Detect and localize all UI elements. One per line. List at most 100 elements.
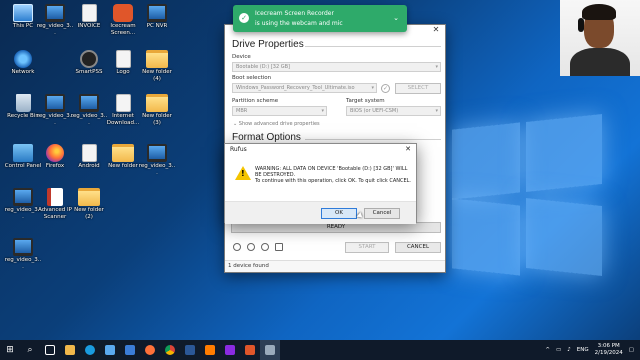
- desktop-icon-label: Internet Download...: [106, 113, 140, 126]
- desktop-icon[interactable]: Network: [4, 50, 42, 76]
- pc-icon: [13, 4, 33, 22]
- monitor-icon: [147, 144, 167, 162]
- target-system-value: BIOS (or UEFI-CSM): [350, 108, 399, 114]
- log-icon[interactable]: [275, 243, 283, 251]
- desktop-icon[interactable]: New folder: [104, 144, 142, 170]
- ok-button[interactable]: OK: [321, 208, 357, 219]
- chevron-down-icon[interactable]: ⌄: [393, 14, 399, 22]
- start-button[interactable]: START: [345, 242, 389, 253]
- desktop-icon-label: New folder: [108, 163, 138, 169]
- recorder-notification[interactable]: ✓ Icecream Screen Recorder is using the …: [233, 5, 407, 32]
- advanced-drive-toggle[interactable]: ⌄ Show advanced drive properties: [233, 121, 320, 127]
- file-explorer-icon[interactable]: [60, 340, 80, 360]
- desktop-icon[interactable]: Logo: [104, 50, 142, 76]
- folder-icon: [112, 144, 134, 162]
- monitor-icon: [13, 238, 33, 256]
- clock[interactable]: 3:06 PM 2/19/2024: [595, 343, 623, 357]
- desktop-icon-label: New folder (3): [142, 113, 172, 126]
- desktop-icon[interactable]: Internet Download...: [104, 94, 142, 126]
- tray-chevron-icon[interactable]: ^: [545, 347, 550, 353]
- firefox-icon[interactable]: [140, 340, 160, 360]
- desktop-icon[interactable]: Firefox: [36, 144, 74, 170]
- smart-icon: [80, 50, 98, 68]
- windows-start-icon[interactable]: ⊞: [0, 340, 20, 360]
- cancel-button[interactable]: CANCEL: [395, 242, 441, 253]
- desktop-icon-label: reg_video_3...: [36, 23, 74, 36]
- notification-icon[interactable]: ▢: [629, 347, 634, 353]
- illustrator-icon[interactable]: [200, 340, 220, 360]
- panel-icon: [13, 144, 33, 162]
- close-icon[interactable]: ✕: [431, 25, 441, 35]
- notification-title: Icecream Screen Recorder: [255, 10, 334, 17]
- desktop-icon-label: reg_video_3...: [4, 257, 42, 270]
- desktop-icon-label: SmartPSS: [75, 69, 103, 75]
- desktop-icon-label: reg_video_3...: [36, 113, 74, 126]
- partition-scheme-select[interactable]: MBR ▾: [232, 106, 327, 116]
- edge-icon[interactable]: [80, 340, 100, 360]
- dialog-cancel-button[interactable]: Cancel: [364, 208, 400, 219]
- firefox-icon: [46, 144, 64, 162]
- boot-selection-select[interactable]: Windows_Password_Recovery_Tool_Ultimate.…: [232, 83, 377, 93]
- desktop-icon[interactable]: reg_video_3...: [70, 94, 108, 126]
- ok-button-label: OK: [335, 210, 343, 216]
- word-icon[interactable]: [180, 340, 200, 360]
- volume-icon[interactable]: ♪: [567, 347, 571, 353]
- chrome-icon[interactable]: [160, 340, 180, 360]
- rufus-taskbar-icon[interactable]: [260, 340, 280, 360]
- desktop-icon[interactable]: Advanced IP Scanner: [36, 188, 74, 220]
- settings-icon[interactable]: [261, 243, 269, 251]
- app-icon[interactable]: [220, 340, 240, 360]
- format-options-heading: Format Options: [232, 132, 301, 143]
- close-icon[interactable]: ✕: [405, 145, 411, 153]
- info-icon[interactable]: [247, 243, 255, 251]
- notification-subtitle: is using the webcam and mic: [255, 20, 343, 27]
- desktop-icon[interactable]: Android: [70, 144, 108, 170]
- desktop-icon-label: New folder (4): [142, 69, 172, 82]
- boot-selection-value: Windows_Password_Recovery_Tool_Ultimate.…: [236, 85, 355, 91]
- monitor-icon: [45, 94, 65, 112]
- desktop-icon[interactable]: PC NVR: [138, 4, 176, 30]
- boot-selection-label: Boot selection: [232, 75, 272, 81]
- folder-icon: [146, 50, 168, 68]
- desktop-icon[interactable]: New folder (2): [70, 188, 108, 220]
- desktop-icon[interactable]: reg_video_3...: [36, 4, 74, 36]
- desktop-icon-label: reg_video_3...: [138, 163, 176, 176]
- doc-icon: [81, 4, 97, 22]
- network-folder-icon[interactable]: [100, 340, 120, 360]
- dialog-message-line2: To continue with this operation, click O…: [255, 178, 412, 185]
- drive-properties-heading: Drive Properties: [232, 39, 304, 50]
- monitor-icon: [45, 4, 65, 22]
- desktop-icon[interactable]: reg_video_3...: [138, 144, 176, 176]
- status-bar: 1 device found: [225, 260, 445, 272]
- language-indicator[interactable]: ENG: [577, 347, 589, 353]
- desktop-icon[interactable]: Icecream Screen...: [104, 4, 142, 36]
- store-icon[interactable]: [120, 340, 140, 360]
- desktop-icon[interactable]: SmartPSS: [70, 50, 108, 76]
- desktop-icon[interactable]: New folder (4): [138, 50, 176, 82]
- desktop-icon[interactable]: reg_video_3...: [4, 238, 42, 270]
- recorder-icon[interactable]: [240, 340, 260, 360]
- desktop-icon[interactable]: INVOICE: [70, 4, 108, 30]
- chevron-down-icon: ▾: [435, 108, 438, 114]
- monitor-icon: [13, 188, 33, 206]
- desktop-icon[interactable]: reg_video_3...: [36, 94, 74, 126]
- monitor-icon: [147, 4, 167, 22]
- network-icon[interactable]: ▭: [556, 347, 561, 353]
- chevron-down-icon: ▾: [371, 85, 374, 91]
- globe-icon[interactable]: [233, 243, 241, 251]
- device-label: Device: [232, 54, 251, 60]
- task-view-icon[interactable]: [40, 340, 60, 360]
- device-select[interactable]: Bootable (D:) [32 GB] ▾: [232, 62, 441, 72]
- target-system-select[interactable]: BIOS (or UEFI-CSM) ▾: [346, 106, 441, 116]
- clock-time: 3:06 PM: [597, 343, 620, 349]
- desktop-icon[interactable]: New folder (3): [138, 94, 176, 126]
- dialog-message: WARNING: ALL DATA ON DEVICE 'Bootable (D…: [255, 166, 415, 185]
- select-button[interactable]: SELECT: [395, 83, 441, 94]
- dialog-footer: OK Cancel: [225, 201, 416, 224]
- clock-date: 2/19/2024: [594, 350, 623, 356]
- search-icon[interactable]: ⌕: [20, 340, 40, 360]
- folder-icon: [78, 188, 100, 206]
- desktop-icon-label: INVOICE: [77, 23, 101, 29]
- checksum-icon[interactable]: ✓: [381, 84, 390, 93]
- windows-logo-wallpaper: [452, 114, 602, 278]
